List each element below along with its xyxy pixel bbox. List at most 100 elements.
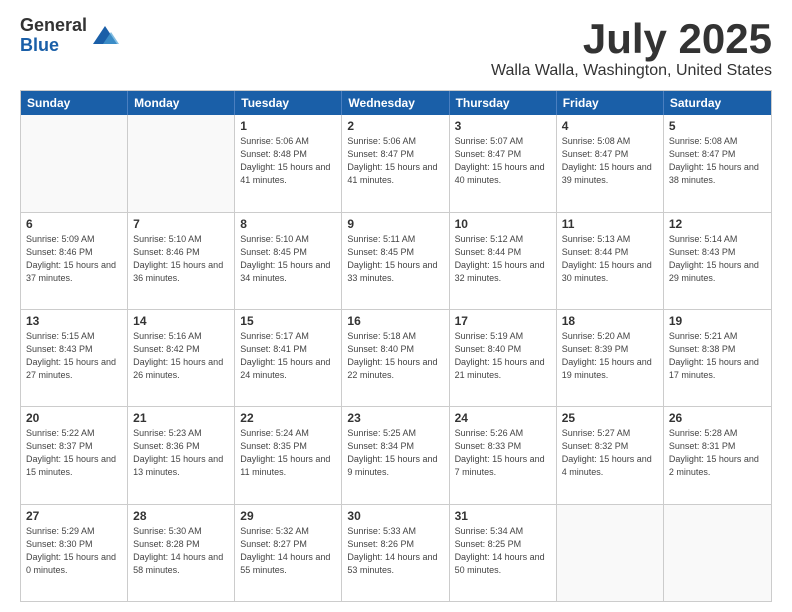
calendar-cell: 22 Sunrise: 5:24 AMSunset: 8:35 PMDayligh…: [235, 407, 342, 503]
day-number: 5: [669, 119, 766, 133]
calendar-cell: 17 Sunrise: 5:19 AMSunset: 8:40 PMDayligh…: [450, 310, 557, 406]
day-number: 22: [240, 411, 336, 425]
weekday-header: Wednesday: [342, 91, 449, 115]
day-info: Sunrise: 5:24 AMSunset: 8:35 PMDaylight:…: [240, 427, 336, 479]
calendar-row: 1 Sunrise: 5:06 AMSunset: 8:48 PMDaylight…: [21, 115, 771, 211]
calendar-cell: 14 Sunrise: 5:16 AMSunset: 8:42 PMDayligh…: [128, 310, 235, 406]
day-number: 25: [562, 411, 658, 425]
day-number: 21: [133, 411, 229, 425]
calendar-cell: 4 Sunrise: 5:08 AMSunset: 8:47 PMDaylight…: [557, 115, 664, 211]
weekday-header: Monday: [128, 91, 235, 115]
day-info: Sunrise: 5:27 AMSunset: 8:32 PMDaylight:…: [562, 427, 658, 479]
day-number: 12: [669, 217, 766, 231]
day-info: Sunrise: 5:21 AMSunset: 8:38 PMDaylight:…: [669, 330, 766, 382]
calendar-cell: 26 Sunrise: 5:28 AMSunset: 8:31 PMDayligh…: [664, 407, 771, 503]
day-info: Sunrise: 5:10 AMSunset: 8:45 PMDaylight:…: [240, 233, 336, 285]
day-info: Sunrise: 5:28 AMSunset: 8:31 PMDaylight:…: [669, 427, 766, 479]
calendar-cell: 12 Sunrise: 5:14 AMSunset: 8:43 PMDayligh…: [664, 213, 771, 309]
day-number: 17: [455, 314, 551, 328]
calendar-cell: 18Sunrise: 5:20 AMSunset: 8:39 PMDayligh…: [557, 310, 664, 406]
day-number: 4: [562, 119, 658, 133]
logo-blue: Blue: [20, 36, 87, 56]
calendar-cell: 11 Sunrise: 5:13 AMSunset: 8:44 PMDayligh…: [557, 213, 664, 309]
calendar-row: 6 Sunrise: 5:09 AMSunset: 8:46 PMDaylight…: [21, 212, 771, 309]
day-info: Sunrise: 5:22 AMSunset: 8:37 PMDaylight:…: [26, 427, 122, 479]
calendar-cell: 19 Sunrise: 5:21 AMSunset: 8:38 PMDayligh…: [664, 310, 771, 406]
calendar-cell: 10 Sunrise: 5:12 AMSunset: 8:44 PMDayligh…: [450, 213, 557, 309]
calendar-body: 1 Sunrise: 5:06 AMSunset: 8:48 PMDaylight…: [21, 115, 771, 601]
month-title: July 2025: [491, 16, 772, 62]
day-number: 20: [26, 411, 122, 425]
day-number: 10: [455, 217, 551, 231]
calendar-cell: 29 Sunrise: 5:32 AMSunset: 8:27 PMDayligh…: [235, 505, 342, 601]
calendar-cell: 24Sunrise: 5:26 AMSunset: 8:33 PMDayligh…: [450, 407, 557, 503]
day-info: Sunrise: 5:14 AMSunset: 8:43 PMDaylight:…: [669, 233, 766, 285]
day-info: Sunrise: 5:33 AMSunset: 8:26 PMDaylight:…: [347, 525, 443, 577]
calendar-cell: 16 Sunrise: 5:18 AMSunset: 8:40 PMDayligh…: [342, 310, 449, 406]
day-info: Sunrise: 5:29 AMSunset: 8:30 PMDaylight:…: [26, 525, 122, 577]
day-info: Sunrise: 5:08 AMSunset: 8:47 PMDaylight:…: [562, 135, 658, 187]
calendar-row: 13 Sunrise: 5:15 AMSunset: 8:43 PMDayligh…: [21, 309, 771, 406]
page-header: General Blue July 2025 Walla Walla, Wash…: [20, 16, 772, 80]
day-number: 28: [133, 509, 229, 523]
calendar-cell: 28 Sunrise: 5:30 AMSunset: 8:28 PMDayligh…: [128, 505, 235, 601]
day-info: Sunrise: 5:08 AMSunset: 8:47 PMDaylight:…: [669, 135, 766, 187]
calendar-cell: 6 Sunrise: 5:09 AMSunset: 8:46 PMDaylight…: [21, 213, 128, 309]
day-info: Sunrise: 5:16 AMSunset: 8:42 PMDaylight:…: [133, 330, 229, 382]
day-info: Sunrise: 5:13 AMSunset: 8:44 PMDaylight:…: [562, 233, 658, 285]
calendar-row: 20 Sunrise: 5:22 AMSunset: 8:37 PMDayligh…: [21, 406, 771, 503]
calendar-cell: 25 Sunrise: 5:27 AMSunset: 8:32 PMDayligh…: [557, 407, 664, 503]
weekday-header: Saturday: [664, 91, 771, 115]
calendar-header: SundayMondayTuesdayWednesdayThursdayFrid…: [21, 91, 771, 115]
calendar-cell: [128, 115, 235, 211]
day-number: 15: [240, 314, 336, 328]
weekday-header: Friday: [557, 91, 664, 115]
logo: General Blue: [20, 16, 119, 56]
day-number: 29: [240, 509, 336, 523]
day-info: Sunrise: 5:12 AMSunset: 8:44 PMDaylight:…: [455, 233, 551, 285]
day-number: 1: [240, 119, 336, 133]
day-info: Sunrise: 5:06 AMSunset: 8:47 PMDaylight:…: [347, 135, 443, 187]
day-number: 2: [347, 119, 443, 133]
day-info: Sunrise: 5:07 AMSunset: 8:47 PMDaylight:…: [455, 135, 551, 187]
day-info: Sunrise: 5:15 AMSunset: 8:43 PMDaylight:…: [26, 330, 122, 382]
calendar-cell: 2 Sunrise: 5:06 AMSunset: 8:47 PMDaylight…: [342, 115, 449, 211]
day-number: 13: [26, 314, 122, 328]
day-info: Sunrise: 5:17 AMSunset: 8:41 PMDaylight:…: [240, 330, 336, 382]
calendar-cell: [664, 505, 771, 601]
calendar-cell: 7Sunrise: 5:10 AMSunset: 8:46 PMDaylight…: [128, 213, 235, 309]
calendar-cell: 3 Sunrise: 5:07 AMSunset: 8:47 PMDaylight…: [450, 115, 557, 211]
day-number: 6: [26, 217, 122, 231]
day-number: 7: [133, 217, 229, 231]
weekday-header: Tuesday: [235, 91, 342, 115]
calendar-cell: 15 Sunrise: 5:17 AMSunset: 8:41 PMDayligh…: [235, 310, 342, 406]
day-info: Sunrise: 5:19 AMSunset: 8:40 PMDaylight:…: [455, 330, 551, 382]
day-info: Sunrise: 5:18 AMSunset: 8:40 PMDaylight:…: [347, 330, 443, 382]
calendar-cell: [21, 115, 128, 211]
day-info: Sunrise: 5:32 AMSunset: 8:27 PMDaylight:…: [240, 525, 336, 577]
day-info: Sunrise: 5:06 AMSunset: 8:48 PMDaylight:…: [240, 135, 336, 187]
calendar-cell: 5 Sunrise: 5:08 AMSunset: 8:47 PMDaylight…: [664, 115, 771, 211]
day-number: 16: [347, 314, 443, 328]
day-number: 3: [455, 119, 551, 133]
day-number: 14: [133, 314, 229, 328]
day-number: 19: [669, 314, 766, 328]
weekday-header: Thursday: [450, 91, 557, 115]
calendar-cell: 21 Sunrise: 5:23 AMSunset: 8:36 PMDayligh…: [128, 407, 235, 503]
calendar-row: 27 Sunrise: 5:29 AMSunset: 8:30 PMDayligh…: [21, 504, 771, 601]
calendar: SundayMondayTuesdayWednesdayThursdayFrid…: [20, 90, 772, 602]
logo-general: General: [20, 16, 87, 36]
day-number: 11: [562, 217, 658, 231]
calendar-cell: 23Sunrise: 5:25 AMSunset: 8:34 PMDayligh…: [342, 407, 449, 503]
calendar-cell: 8Sunrise: 5:10 AMSunset: 8:45 PMDaylight…: [235, 213, 342, 309]
day-number: 26: [669, 411, 766, 425]
title-block: July 2025 Walla Walla, Washington, Unite…: [491, 16, 772, 80]
day-info: Sunrise: 5:26 AMSunset: 8:33 PMDaylight:…: [455, 427, 551, 479]
calendar-cell: 31Sunrise: 5:34 AMSunset: 8:25 PMDayligh…: [450, 505, 557, 601]
day-number: 23: [347, 411, 443, 425]
day-number: 27: [26, 509, 122, 523]
day-info: Sunrise: 5:09 AMSunset: 8:46 PMDaylight:…: [26, 233, 122, 285]
day-info: Sunrise: 5:23 AMSunset: 8:36 PMDaylight:…: [133, 427, 229, 479]
calendar-cell: 30Sunrise: 5:33 AMSunset: 8:26 PMDayligh…: [342, 505, 449, 601]
day-info: Sunrise: 5:30 AMSunset: 8:28 PMDaylight:…: [133, 525, 229, 577]
